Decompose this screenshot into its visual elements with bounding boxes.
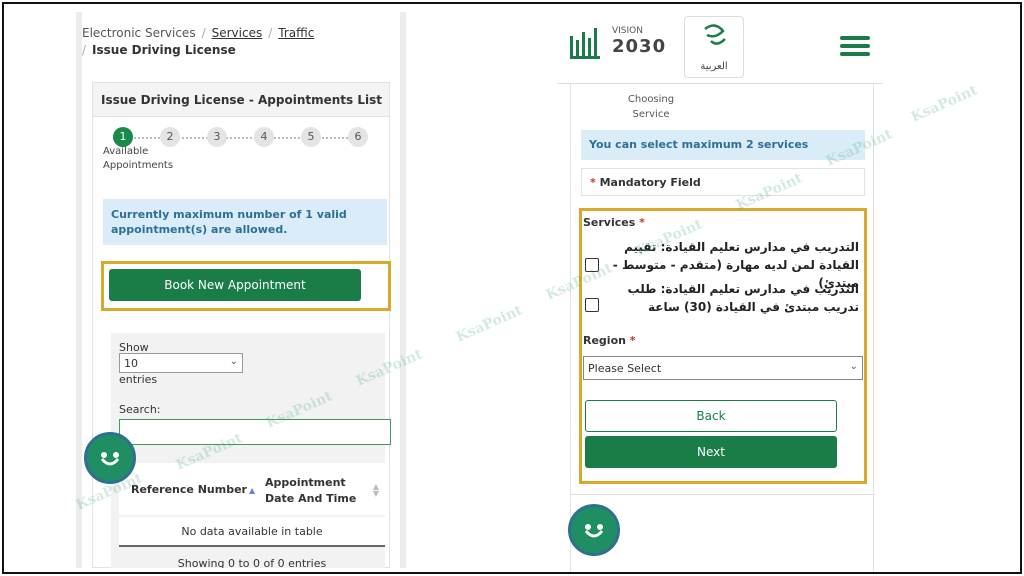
breadcrumb-current: / Issue Driving License xyxy=(82,43,236,57)
vision-year: 2030 xyxy=(612,36,667,57)
step-2: 2 xyxy=(160,127,180,147)
step-3: 3 xyxy=(207,127,227,147)
region-select[interactable]: Please Select ⌄ xyxy=(583,356,863,380)
column-appointment-date[interactable]: Appointment Date And Time xyxy=(265,475,373,507)
service-option-2-checkbox[interactable] xyxy=(585,298,599,312)
table-info: Showing 0 to 0 of 0 entries xyxy=(177,557,327,568)
breadcrumb-services[interactable]: Services xyxy=(212,26,263,40)
watermark: KsaPoint xyxy=(908,82,980,126)
step-label: Available Appointments xyxy=(103,146,174,171)
region-label-text: Region xyxy=(583,334,626,347)
breadcrumb-root: Electronic Services xyxy=(82,26,196,40)
step-4: 4 xyxy=(254,127,274,147)
book-new-appointment-button[interactable]: Book New Appointment xyxy=(109,269,361,301)
step-6: 6 xyxy=(348,127,368,147)
calligraphy-icon xyxy=(704,24,726,45)
watermark: KsaPoint xyxy=(453,302,525,346)
chat-bot-icon[interactable] xyxy=(568,504,620,556)
screenshot-frame: Electronic Services / Services / Traffic / Is… xyxy=(2,2,1022,574)
right-screen: VISION 2030 العربية Choosing Service You… xyxy=(558,12,882,572)
service-option-2: التدريب في مدارس تعليم القيادة: طلب تدري… xyxy=(627,282,860,314)
entries-select[interactable]: 10 ⌄ xyxy=(119,353,243,373)
appointments-card: Issue Driving License - Appointments Lis… xyxy=(92,82,391,568)
sort-asc-icon: ▲ xyxy=(248,486,256,495)
sort-icon: ▲ ▼ xyxy=(372,482,379,498)
services-label: Services * xyxy=(583,216,645,229)
appointments-table-area: Show 10 ⌄ entries Search: Reference Numbe… xyxy=(111,333,391,568)
card-title: Issue Driving License - Appointments Lis… xyxy=(93,83,389,117)
step-1: 1 xyxy=(113,127,133,147)
region-label: Region * xyxy=(583,334,636,347)
required-star: * xyxy=(590,176,600,189)
step-5: 5 xyxy=(301,127,321,147)
mandatory-field-note: * Mandatory Field xyxy=(581,168,865,196)
chevron-down-icon: ⌄ xyxy=(229,356,238,367)
vision-2030-logo: VISION 2030 xyxy=(568,22,665,72)
back-button[interactable]: Back xyxy=(585,400,837,432)
language-switch[interactable]: العربية xyxy=(684,16,744,78)
breadcrumb: Electronic Services / Services / Traffic xyxy=(82,26,315,40)
breadcrumb-current-label: Issue Driving License xyxy=(92,43,236,57)
services-label-text: Services xyxy=(583,216,636,229)
max-services-alert: You can select maximum 2 services xyxy=(581,130,865,160)
next-button[interactable]: Next xyxy=(585,436,837,468)
menu-icon[interactable] xyxy=(840,36,870,58)
divider xyxy=(571,494,875,495)
max-appointments-alert: Currently maximum number of 1 valid appo… xyxy=(103,199,387,245)
entries-label: entries xyxy=(119,373,158,386)
absher-logo-icon xyxy=(570,28,600,59)
column-reference-label: Reference Number xyxy=(131,483,247,496)
breadcrumb-traffic[interactable]: Traffic xyxy=(278,26,314,40)
top-bar: VISION 2030 العربية xyxy=(558,12,882,84)
language-label: العربية xyxy=(700,61,728,72)
mandatory-label: Mandatory Field xyxy=(599,176,701,189)
search-label: Search: xyxy=(119,403,161,416)
search-input[interactable] xyxy=(119,419,391,445)
vision-label: VISION xyxy=(612,26,643,36)
no-data-row: No data available in table xyxy=(119,517,385,547)
column-reference-number[interactable]: Reference Number ▲ xyxy=(131,483,255,496)
entries-value: 10 xyxy=(124,357,138,370)
chevron-down-icon: ⌄ xyxy=(849,361,858,372)
region-value: Please Select xyxy=(588,362,662,375)
table-header: Reference Number ▲ Appointment Date And T… xyxy=(119,463,385,515)
step-label-choosing-service: Choosing Service xyxy=(627,94,675,120)
